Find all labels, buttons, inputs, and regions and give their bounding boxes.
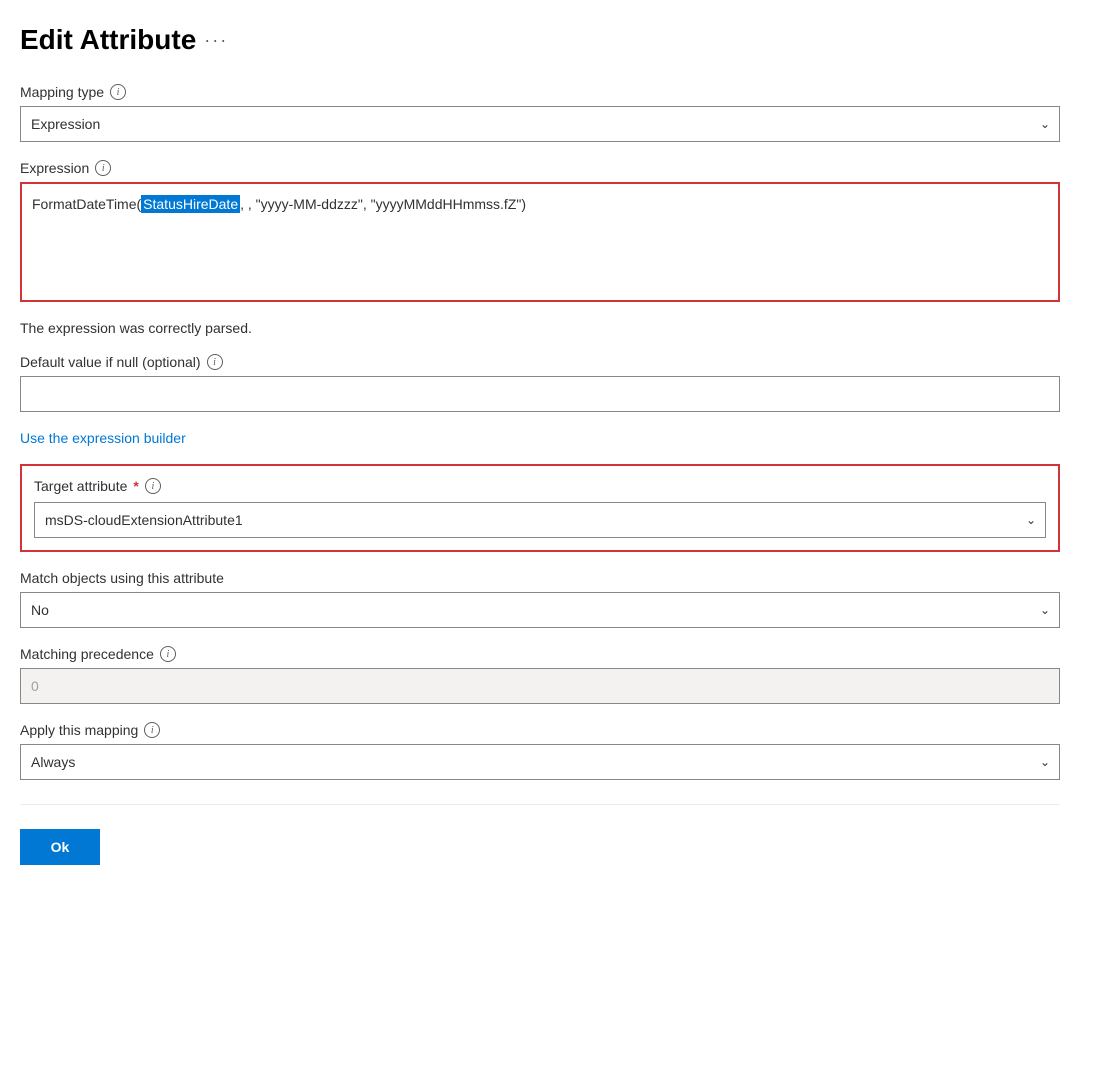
matching-precedence-input[interactable] xyxy=(20,668,1060,704)
expression-highlighted: StatusHireDate xyxy=(141,195,240,213)
apply-mapping-label: Apply this mapping xyxy=(20,722,138,738)
mapping-type-label-row: Mapping type i xyxy=(20,84,1060,100)
default-value-input[interactable] xyxy=(20,376,1060,412)
parsed-message: The expression was correctly parsed. xyxy=(20,320,1060,336)
target-attribute-label-row: Target attribute * i xyxy=(34,478,1046,494)
match-objects-select-wrapper: No Yes ⌄ xyxy=(20,592,1060,628)
match-objects-label-row: Match objects using this attribute xyxy=(20,570,1060,586)
divider xyxy=(20,804,1060,805)
expression-field[interactable]: FormatDateTime(StatusHireDate, , "yyyy-M… xyxy=(20,182,1060,302)
target-attribute-group: Target attribute * i msDS-cloudExtension… xyxy=(20,464,1060,552)
apply-mapping-group: Apply this mapping i Always Only during … xyxy=(20,722,1060,780)
matching-precedence-label: Matching precedence xyxy=(20,646,154,662)
apply-mapping-label-row: Apply this mapping i xyxy=(20,722,1060,738)
expression-suffix: , , "yyyy-MM-ddzzz", "yyyyMMddHHmmss.fZ"… xyxy=(240,196,526,212)
expression-label-row: Expression i xyxy=(20,160,1060,176)
header-row: Edit Attribute ··· xyxy=(20,24,1060,56)
expression-group: Expression i FormatDateTime(StatusHireDa… xyxy=(20,160,1060,302)
expression-prefix: FormatDateTime( xyxy=(32,196,141,212)
match-objects-select[interactable]: No Yes xyxy=(20,592,1060,628)
matching-precedence-info-icon[interactable]: i xyxy=(160,646,176,662)
match-objects-group: Match objects using this attribute No Ye… xyxy=(20,570,1060,628)
mapping-type-select-wrapper: Expression Direct Constant ⌄ xyxy=(20,106,1060,142)
matching-precedence-label-row: Matching precedence i xyxy=(20,646,1060,662)
default-value-group: Default value if null (optional) i xyxy=(20,354,1060,412)
page-container: Edit Attribute ··· Mapping type i Expres… xyxy=(0,0,1080,889)
expression-info-icon[interactable]: i xyxy=(95,160,111,176)
ok-button[interactable]: Ok xyxy=(20,829,100,865)
apply-mapping-select-wrapper: Always Only during object creation Only … xyxy=(20,744,1060,780)
target-attribute-info-icon[interactable]: i xyxy=(145,478,161,494)
target-attribute-label: Target attribute xyxy=(34,478,127,494)
match-objects-label: Match objects using this attribute xyxy=(20,570,224,586)
target-attribute-required: * xyxy=(133,478,138,494)
target-attribute-select[interactable]: msDS-cloudExtensionAttribute1 xyxy=(34,502,1046,538)
mapping-type-label: Mapping type xyxy=(20,84,104,100)
more-options-icon[interactable]: ··· xyxy=(204,30,228,51)
expression-label: Expression xyxy=(20,160,89,176)
default-value-label-row: Default value if null (optional) i xyxy=(20,354,1060,370)
default-value-info-icon[interactable]: i xyxy=(207,354,223,370)
target-attribute-select-wrapper: msDS-cloudExtensionAttribute1 ⌄ xyxy=(34,502,1046,538)
default-value-label: Default value if null (optional) xyxy=(20,354,201,370)
apply-mapping-info-icon[interactable]: i xyxy=(144,722,160,738)
mapping-type-group: Mapping type i Expression Direct Constan… xyxy=(20,84,1060,142)
page-title: Edit Attribute xyxy=(20,24,196,56)
apply-mapping-select[interactable]: Always Only during object creation Only … xyxy=(20,744,1060,780)
expression-builder-link[interactable]: Use the expression builder xyxy=(20,430,186,446)
matching-precedence-group: Matching precedence i xyxy=(20,646,1060,704)
mapping-type-info-icon[interactable]: i xyxy=(110,84,126,100)
mapping-type-select[interactable]: Expression Direct Constant xyxy=(20,106,1060,142)
